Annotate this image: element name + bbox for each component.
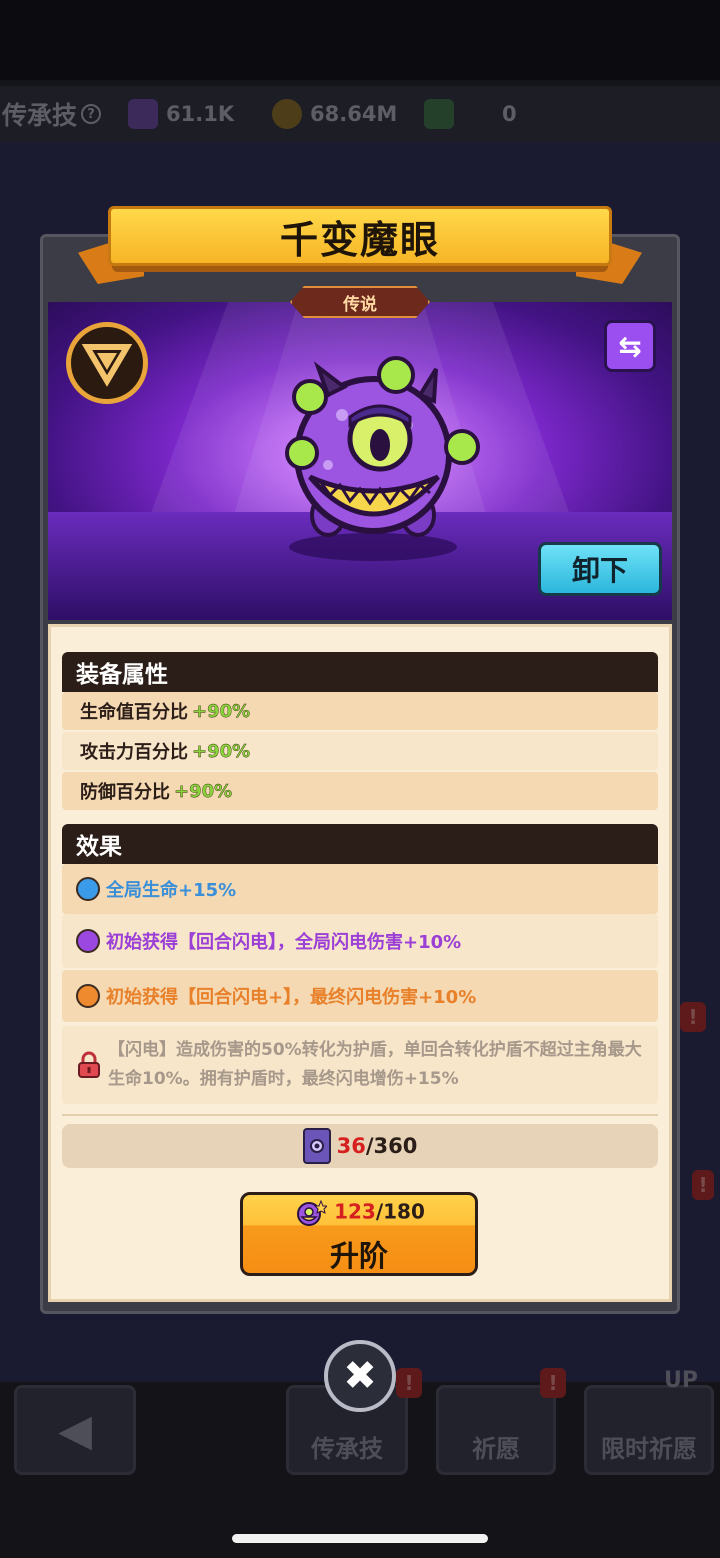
attribute-row: 生命值百分比 +90% [62,692,658,730]
creature-token-icon [297,1199,329,1226]
resource-value: 0 [502,102,517,126]
arrow-left-icon: ◀ [58,1404,92,1456]
nav-label: 限时祈愿 [601,1435,697,1463]
nav-limited-wish[interactable]: 限时祈愿 [584,1385,714,1475]
close-button[interactable]: ✖ [324,1340,396,1412]
effect-text: 初始获得【回合闪电】，全局闪电伤害+10% [106,932,462,953]
top-band [0,0,720,80]
up-badge: UP [664,1368,698,1393]
attribute-label: 防御百分比 [80,782,170,803]
effects-header: 效果 [62,824,658,864]
nav-wish[interactable]: 祈愿 [436,1385,556,1475]
close-x-icon: ✖ [343,1353,377,1399]
effect-text: 初始获得【回合闪电+】，最终闪电伤害+10% [106,987,477,1008]
resource-value: 68.64M [310,102,398,126]
alert-badge: ! [396,1368,422,1398]
effect-row: 全局生命+15% [62,864,658,914]
resource-gems[interactable]: 0 [424,96,517,132]
triangle-emblem-icon[interactable] [66,322,148,404]
rarity-tag: 传说 [290,286,430,318]
attribute-row: 防御百分比 +90% [62,772,658,810]
shard-progress: 36 /360 [62,1124,658,1168]
upgrade-label: 升阶 [329,1239,388,1273]
lock-icon [78,1051,100,1078]
orange-orb-icon [76,984,100,1008]
help-icon[interactable]: ? [81,104,102,124]
attribute-row: 攻击力百分比 +90% [62,732,658,770]
blue-orb-icon [76,877,100,901]
modal-title: 千变魔眼 [108,206,612,266]
attribute-label: 生命值百分比 [80,702,188,723]
effect-row: 初始获得【回合闪电】，全局闪电伤害+10% [62,914,658,968]
shard-total: /360 [365,1134,418,1158]
home-indicator [232,1534,488,1543]
alert-badge: ! [680,1002,706,1032]
attribute-label: 攻击力百分比 [80,742,188,763]
resource-cubes[interactable]: 61.1K [128,96,234,132]
alert-badge: ! [692,1170,714,1200]
alert-badge: ! [540,1368,566,1398]
resource-value: 61.1K [166,102,235,126]
shard-current: 36 [336,1134,366,1158]
nav-label: 传承技 [311,1435,383,1463]
attributes-header: 装备属性 [62,652,658,692]
header-title-wrap: 传承技 ? [2,96,102,132]
nav-label: 祈愿 [472,1435,520,1463]
effect-row: 初始获得【回合闪电+】，最终闪电伤害+10% [62,970,658,1022]
attribute-value: +90% [174,780,233,802]
green-gem-plus-icon [424,99,454,129]
creature-illustration [285,356,480,561]
locked-effect-row: 【闪电】造成伤害的50%转化为护盾，单回合转化护盾不超过主角最大生命10%。拥有… [62,1026,658,1104]
attribute-value: +90% [192,740,251,762]
locked-effect-text: 【闪电】造成伤害的50%转化为护盾，单回合转化护盾不超过主角最大生命10%。拥有… [108,1040,642,1089]
effect-text: 全局生命+15% [106,880,237,901]
upgrade-current: 123 [334,1199,376,1224]
gold-coin-plus-icon [272,99,302,129]
upgrade-cost: 123/180 [243,1199,475,1227]
divider [62,1114,658,1116]
purple-cube-plus-icon [128,99,158,129]
attribute-value: +90% [192,700,251,722]
unequip-button[interactable]: 卸下 [538,542,662,596]
upgrade-button[interactable]: 123/180 升阶 [240,1192,478,1276]
header-title: 传承技 [2,101,78,130]
purple-book-icon [302,1128,331,1164]
swap-button[interactable]: ⇆ [604,320,656,372]
swap-arrows-icon: ⇆ [618,329,642,363]
resource-coins[interactable]: 68.64M [272,96,397,132]
purple-orb-icon [76,929,100,953]
back-button[interactable]: ◀ [14,1385,136,1475]
upgrade-total: /180 [375,1199,425,1224]
